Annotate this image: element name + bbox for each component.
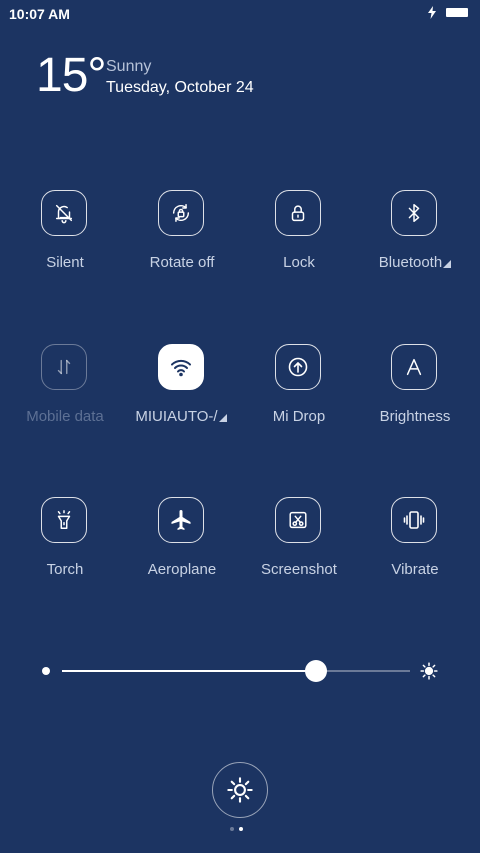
wifi-icon	[171, 359, 191, 377]
submenu-indicator-icon[interactable]	[218, 414, 227, 422]
toggle-button[interactable]	[391, 497, 437, 543]
toggle-label: Silent	[46, 254, 84, 271]
torch-icon	[57, 510, 71, 529]
toggle-button[interactable]	[158, 190, 204, 236]
toggle-label: Screenshot	[261, 561, 337, 578]
airplane-icon	[171, 510, 191, 530]
toggle-label: Brightness	[379, 408, 451, 425]
toggle-mi-drop[interactable]: Mi Drop	[241, 344, 357, 454]
toggle-vibrate[interactable]: Vibrate	[357, 497, 473, 607]
brightness-thumb[interactable]	[305, 660, 328, 682]
toggle-torch[interactable]: Torch	[7, 497, 123, 607]
toggle-button[interactable]	[391, 344, 437, 390]
mi-drop-icon	[288, 357, 308, 377]
toggle-bluetooth[interactable]: Bluetooth	[357, 190, 473, 300]
brightness-fill	[62, 670, 317, 672]
toggle-brightness[interactable]: Brightness	[357, 344, 473, 454]
submenu-indicator-icon[interactable]	[443, 260, 452, 268]
brightness-track[interactable]	[62, 660, 410, 682]
screenshot-icon	[289, 511, 307, 529]
brightness-low-icon	[42, 667, 50, 675]
charging-icon	[428, 6, 436, 19]
toggle-label: Lock	[283, 254, 315, 271]
settings-button[interactable]	[212, 762, 268, 818]
toggle-button[interactable]	[41, 497, 87, 543]
toggle-label: Aeroplane	[147, 561, 217, 578]
bell-off-icon	[55, 204, 73, 224]
toggle-label: Vibrate	[391, 561, 439, 578]
page-dot	[230, 827, 234, 831]
page-dot-current	[239, 827, 243, 831]
brightness-slider[interactable]	[0, 655, 480, 687]
toggle-button[interactable]	[41, 190, 87, 236]
status-bar: 10:07 AM	[0, 0, 480, 28]
toggle-rotate[interactable]: Rotate off	[124, 190, 240, 300]
auto-brightness-icon	[406, 358, 422, 376]
label-text: Bluetooth	[378, 254, 443, 271]
toggle-button[interactable]	[391, 190, 437, 236]
toggle-button[interactable]	[158, 344, 204, 390]
toggle-label: Mobile data	[26, 408, 104, 425]
status-icons	[428, 6, 468, 19]
toggle-button[interactable]	[275, 190, 321, 236]
toggle-label: Mi Drop	[272, 408, 326, 425]
toggle-label: Torch	[46, 561, 84, 578]
toggle-label: Bluetooth	[357, 254, 473, 271]
temperature: 15°	[36, 49, 107, 102]
brightness-high-icon	[420, 662, 438, 685]
weather-condition: Sunny	[106, 58, 152, 75]
toggle-aeroplane[interactable]: Aeroplane	[124, 497, 240, 607]
toggle-mobile-data[interactable]: Mobile data	[7, 344, 123, 454]
toggle-button[interactable]	[41, 344, 87, 390]
toggle-label: Rotate off	[149, 254, 215, 271]
battery-icon	[446, 8, 468, 17]
vibrate-icon	[403, 511, 425, 529]
page-indicator	[230, 827, 243, 831]
toggle-button[interactable]	[275, 344, 321, 390]
mobile-data-icon	[57, 359, 71, 375]
toggle-silent[interactable]: Silent	[7, 190, 123, 300]
date: Tuesday, October 24	[106, 79, 254, 96]
label-text: MIUIAUTO-/	[135, 408, 218, 425]
status-time: 10:07 AM	[9, 6, 70, 22]
toggle-button[interactable]	[158, 497, 204, 543]
toggle-lock[interactable]: Lock	[241, 190, 357, 300]
lock-icon	[291, 205, 305, 222]
toggle-screenshot[interactable]: Screenshot	[241, 497, 357, 607]
rotate-lock-icon	[172, 204, 190, 222]
toggle-label: MIUIAUTO-/	[124, 408, 240, 425]
bluetooth-icon	[408, 204, 420, 222]
toggle-wifi[interactable]: MIUIAUTO-/	[124, 344, 240, 454]
gear-icon	[227, 777, 253, 803]
toggle-button[interactable]	[275, 497, 321, 543]
